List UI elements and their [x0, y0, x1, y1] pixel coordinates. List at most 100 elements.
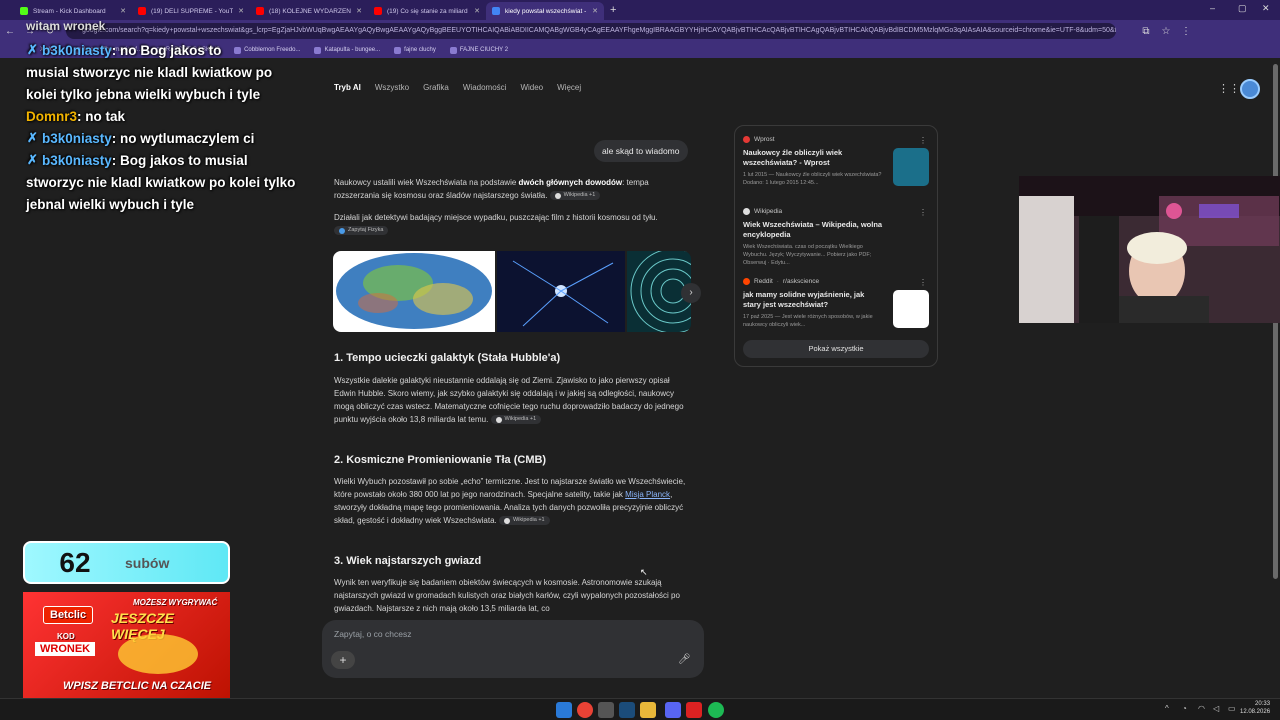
site-favicon-icon	[743, 208, 750, 215]
tab-grafika[interactable]: Grafika	[423, 83, 449, 92]
maximize-icon[interactable]: ▢	[1238, 3, 1247, 14]
source-chip[interactable]: Wikipedia +1	[490, 415, 542, 425]
close-tab-icon[interactable]: ✕	[120, 7, 126, 15]
apps-grid-icon[interactable]: ⋮⋮	[1218, 82, 1240, 95]
chat-username: b3k0niasty	[42, 43, 112, 58]
source-title[interactable]: Naukowcy źle obliczyli wiek wszechświata…	[743, 148, 883, 168]
file-explorer-icon[interactable]	[640, 702, 656, 718]
webcam-overlay	[1019, 176, 1280, 323]
clock-date: 12.08.2026	[1240, 709, 1271, 715]
microphone-icon[interactable]: 🎤︎	[678, 654, 691, 665]
promo-artwork	[118, 634, 198, 674]
close-tab-icon[interactable]: ✕	[474, 7, 480, 15]
windows-taskbar: ^ ◔ ◠ ◁ ▭	[0, 698, 1280, 720]
avatar[interactable]	[1240, 79, 1260, 99]
site-favicon-icon	[743, 278, 750, 285]
sword-badge-icon: ✗	[27, 130, 38, 145]
promo-headline-1: MOŻESZ WYGRYWAĆ	[133, 598, 218, 607]
search-mode-tabs: Tryb AI Wszystko Grafika Wiadomości Wideo Wię…	[334, 83, 581, 92]
spotify-icon[interactable]	[708, 702, 724, 718]
browser-tab[interactable]: (19) DELI SUPREME - YouTube ✕	[132, 2, 250, 20]
menu-icon[interactable]: ⋮	[1176, 26, 1196, 37]
source-thumbnail	[893, 148, 929, 186]
carousel-next-button[interactable]: ›	[681, 283, 701, 303]
chat-top-line: witam wronek	[26, 19, 106, 33]
chat-text: jebnal wielki wybuch i tyle	[26, 197, 195, 212]
source-chip[interactable]: Wikipedia +1	[498, 516, 550, 526]
close-tab-icon[interactable]: ✕	[238, 7, 244, 15]
discord-icon[interactable]	[665, 702, 681, 718]
bookmark-item[interactable]: FAJNE CIUCHY 2	[449, 46, 509, 54]
source-card[interactable]: Wikipedia Wiek Wszechświata – Wikipedia, …	[743, 208, 931, 267]
back-icon[interactable]: ←	[0, 26, 20, 37]
source-subreddit: r/askscience	[782, 278, 820, 285]
chat-text: Bog jakos to	[140, 43, 222, 58]
extensions-icon[interactable]: ⧉	[1136, 26, 1156, 37]
section-heading-hubble: 1. Tempo ucieczki galaktyk (Stała Hubble…	[334, 352, 561, 364]
carousel-images	[333, 251, 691, 332]
add-attachment-button[interactable]: +	[331, 651, 355, 669]
minimize-icon[interactable]: –	[1210, 3, 1215, 13]
ask-input-placeholder[interactable]: Zapytaj, o co chcesz	[334, 629, 411, 639]
mic-app-icon[interactable]	[686, 702, 702, 718]
chat-username: b3k0niasty	[42, 131, 112, 146]
volume-icon[interactable]: ◁	[1213, 704, 1219, 713]
more-options-icon[interactable]: ⋮	[919, 136, 927, 145]
source-card[interactable]: Wprost Naukowcy źle obliczyli wiek wszech…	[743, 136, 931, 187]
promo-code: WRONEK	[35, 642, 96, 656]
more-options-icon[interactable]: ⋮	[919, 278, 927, 287]
source-title[interactable]: jak mamy solidne wyjaśnienie, jak stary …	[743, 290, 883, 310]
browser-tab[interactable]: kiedy powstał wszechświat - S ✕	[486, 2, 604, 20]
tab-favicon-icon	[492, 7, 500, 15]
new-tab-button[interactable]: +	[610, 4, 616, 16]
promo-footer: WPISZ BETCLIC NA CZACIE	[63, 680, 212, 692]
chat-message-line: stworzyc nie kladl kwiatkow po kolei tyl…	[0, 172, 310, 194]
tab-title: (19) Co się stanie za miliard lat	[387, 7, 470, 15]
planck-link[interactable]: Misja Planck	[625, 490, 670, 499]
browser-tab[interactable]: (19) Co się stanie za miliard lat ✕	[368, 2, 486, 20]
source-title[interactable]: Wiek Wszechświata – Wikipedia, wolna enc…	[743, 220, 883, 240]
source-thumbnail	[893, 290, 929, 328]
source-chip[interactable]: Wikipedia +1	[549, 191, 601, 201]
ask-physicist-chip[interactable]: Zapytaj Fizyka	[334, 226, 389, 236]
tray-arrow-icon[interactable]: ^	[1165, 704, 1169, 713]
battery-icon[interactable]: ▭	[1228, 704, 1236, 713]
bookmark-label: FAJNE CIUCHY 2	[459, 47, 509, 53]
chat-username: b3k0niasty	[42, 153, 112, 168]
source-card[interactable]: Reddit · r/askscience jak mamy solidne wy…	[743, 278, 931, 329]
taskbar-clock[interactable]: 20:33 12.08.2026	[1240, 700, 1270, 716]
show-all-button[interactable]: Pokaż wszystkie	[743, 340, 929, 358]
close-tab-icon[interactable]: ✕	[592, 7, 598, 15]
browser-tab[interactable]: (18) KOLEJNE WYDARZENIA Q ✕	[250, 2, 368, 20]
browser-tab[interactable]: Stream - Kick Dashboard ✕	[14, 2, 132, 20]
close-tab-icon[interactable]: ✕	[356, 7, 362, 15]
chat-message-line: ✗ b3k0niasty: Bog jakos to musial	[0, 150, 310, 172]
url-field[interactable]: google.com/search?q=kiedy+powstal+wszech…	[66, 23, 1116, 39]
steam-icon[interactable]	[619, 702, 635, 718]
source-site: Reddit · r/askscience	[743, 278, 931, 285]
tab-favicon-icon	[374, 7, 382, 15]
tab-wideo[interactable]: Wideo	[520, 83, 543, 92]
user-query-bubble: ale skąd to wiadomo	[594, 140, 688, 162]
tab-wiadomości[interactable]: Wiadomości	[463, 83, 507, 92]
network-icon[interactable]: ◔	[1182, 704, 1187, 713]
image-carousel[interactable]	[333, 251, 691, 332]
more-options-icon[interactable]: ⋮	[919, 208, 927, 217]
chat-message-line: jebnal wielki wybuch i tyle	[0, 194, 310, 216]
bookmark-item[interactable]: Katapulta - bungee...	[314, 46, 381, 54]
betclic-promo-banner: Betclic MOŻESZ WYGRYWAĆ JESZCZE WIĘCEJ K…	[23, 592, 230, 707]
browser-tab-bar: Stream - Kick Dashboard ✕ (19) DELI SUPREM…	[0, 0, 1280, 20]
tab-wszystko[interactable]: Wszystko	[375, 83, 409, 92]
bookmark-star-icon[interactable]: ☆	[1156, 26, 1176, 37]
chat-message-line: ✗ b3k0niasty: no Bog jakos to	[0, 40, 310, 62]
chrome-icon[interactable]	[577, 702, 593, 718]
tab-tryb-ai[interactable]: Tryb AI	[334, 83, 361, 92]
start-icon[interactable]	[556, 702, 572, 718]
bookmark-item[interactable]: fajne cluchy	[394, 46, 436, 54]
wifi-icon[interactable]: ◠	[1198, 704, 1205, 713]
bookmark-label: Katapulta - bungee...	[324, 47, 381, 53]
close-window-icon[interactable]: ✕	[1262, 3, 1270, 14]
tab-więcej[interactable]: Więcej	[557, 83, 581, 92]
obs-icon[interactable]	[598, 702, 614, 718]
chat-text: kolei tylko jebna wielki wybuch i tyle	[26, 87, 261, 102]
